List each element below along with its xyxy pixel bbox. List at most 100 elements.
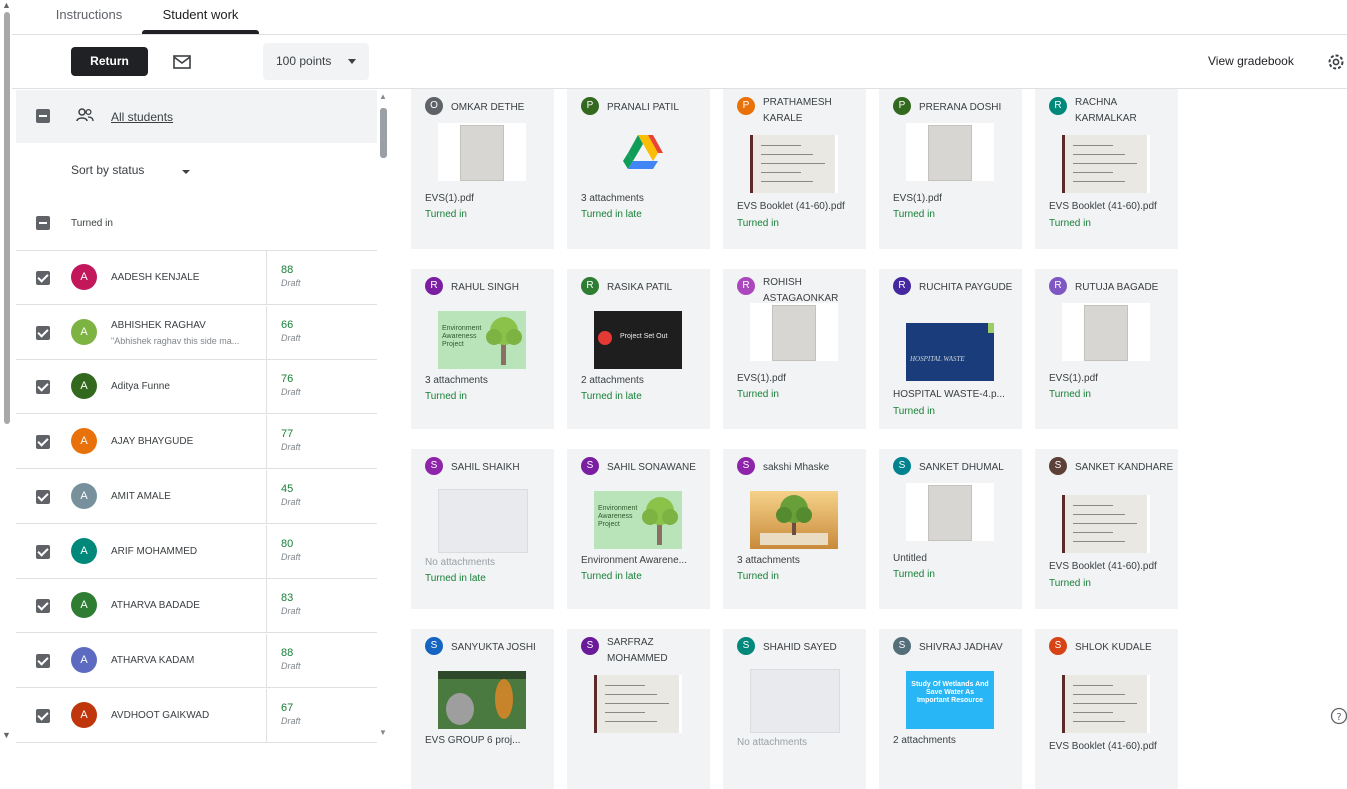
attachment-name[interactable]: EVS Booklet (41-60).pdf <box>1049 201 1173 212</box>
submission-card[interactable]: R RAHUL SINGH Environment Awareness Projec… <box>411 269 554 429</box>
student-checkbox[interactable] <box>36 599 50 614</box>
student-list-scrollbar[interactable]: ▲ ▼ <box>378 90 390 742</box>
student-row[interactable]: A ATHARVA BADADE 83 Draft <box>16 579 377 634</box>
student-name[interactable]: SAHIL SONAWANE <box>607 460 707 476</box>
student-row[interactable]: A ABHISHEK RAGHAV "Abhishek raghav this si… <box>16 305 377 360</box>
grade-input[interactable]: 67 <box>281 702 293 714</box>
attachment-name[interactable]: EVS(1).pdf <box>737 373 861 384</box>
submission-card[interactable]: R RUTUJA BAGADE EVS(1).pdf Turned in <box>1035 269 1178 429</box>
student-name[interactable]: SANKET KANDHARE <box>1075 460 1175 476</box>
student-name[interactable]: SANKET DHUMAL <box>919 460 1019 476</box>
submission-card[interactable]: R RUCHITA PAYGUDE HOSPITAL WASTE HOSPITAL W… <box>879 269 1022 429</box>
student-name[interactable]: ARIF MOHAMMED <box>111 546 197 557</box>
student-name[interactable]: sakshi Mhaske <box>763 460 863 476</box>
student-checkbox[interactable] <box>36 489 50 504</box>
student-checkbox[interactable] <box>36 544 50 559</box>
slides-thumbnail[interactable]: Study Of Wetlands And Save Water As Impo… <box>906 671 994 729</box>
pdf-thumbnail[interactable] <box>906 483 994 541</box>
submission-card[interactable]: R RACHNA KARMALKAR EVS Booklet (41-60).pdf… <box>1035 89 1178 249</box>
attachment-name[interactable]: No attachments <box>737 737 861 748</box>
student-row[interactable]: A ATHARVA KADAM 88 Draft <box>16 633 377 688</box>
student-checkbox[interactable] <box>36 325 50 340</box>
student-name[interactable]: SHIVRAJ JADHAV <box>919 640 1019 656</box>
student-name[interactable]: RASIKA PATIL <box>607 280 707 296</box>
student-row[interactable]: A Aditya Funne 76 Draft <box>16 360 377 415</box>
scroll-up-arrow-icon[interactable]: ▲ <box>2 0 11 10</box>
google-drive-icon[interactable] <box>594 123 682 181</box>
student-name[interactable]: Aditya Funne <box>111 381 170 392</box>
student-name[interactable]: RUTUJA BAGADE <box>1075 280 1175 296</box>
pdf-thumbnail[interactable] <box>1062 303 1150 361</box>
project-thumbnail[interactable]: Environment Awareness Project <box>438 311 526 369</box>
grade-input[interactable]: 83 <box>281 592 293 604</box>
submission-card[interactable]: P PRATHAMESH KARALE EVS Booklet (41-60).pd… <box>723 89 866 249</box>
sort-dropdown-arrow-icon[interactable] <box>182 170 190 174</box>
attachment-name[interactable]: HOSPITAL WASTE-4.p... <box>893 389 1017 400</box>
video-thumbnail[interactable]: Project Set Out <box>594 311 682 369</box>
attachment-name[interactable]: EVS(1).pdf <box>1049 373 1173 384</box>
grade-input[interactable]: 88 <box>281 647 293 659</box>
student-name[interactable]: PRATHAMESH KARALE <box>763 95 863 127</box>
attachment-name[interactable]: EVS Booklet (41-60).pdf <box>1049 741 1173 752</box>
submission-card[interactable]: P PRERANA DOSHI EVS(1).pdf Turned in <box>879 89 1022 249</box>
image-thumbnail[interactable] <box>438 671 526 729</box>
submission-card[interactable]: O OMKAR DETHE EVS(1).pdf Turned in <box>411 89 554 249</box>
grade-input[interactable]: 76 <box>281 373 293 385</box>
turned-in-group-checkbox[interactable] <box>36 216 50 230</box>
student-name[interactable]: PRERANA DOSHI <box>919 100 1019 116</box>
pdf-thumbnail[interactable] <box>750 135 838 193</box>
all-students-header[interactable] <box>16 90 377 143</box>
list-scroll-down-icon[interactable]: ▼ <box>379 728 387 737</box>
help-icon[interactable]: ? <box>1330 707 1347 725</box>
student-name[interactable]: SANYUKTA JOSHI <box>451 640 551 656</box>
student-name[interactable]: RACHNA KARMALKAR <box>1075 95 1175 127</box>
student-checkbox[interactable] <box>36 653 50 668</box>
attachment-name[interactable]: 2 attachments <box>893 735 1017 746</box>
view-gradebook-link[interactable]: View gradebook <box>1208 54 1294 68</box>
student-checkbox[interactable] <box>36 380 50 395</box>
sort-dropdown[interactable]: Sort by status <box>71 163 144 177</box>
select-all-checkbox[interactable] <box>36 109 50 123</box>
attachment-name[interactable]: 3 attachments <box>581 193 705 204</box>
submission-card[interactable]: R RASIKA PATIL Project Set Out 2 attachment… <box>567 269 710 429</box>
student-name[interactable]: RUCHITA PAYGUDE <box>919 280 1019 296</box>
attachment-name[interactable]: Environment Awarene... <box>581 555 705 566</box>
submission-card[interactable]: P PRANALI PATIL 3 attachments Turned in lat… <box>567 89 710 249</box>
student-row[interactable]: A AJAY BHAYGUDE 77 Draft <box>16 415 377 470</box>
grade-input[interactable]: 80 <box>281 538 293 550</box>
student-name[interactable]: AADESH KENJALE <box>111 272 199 283</box>
grade-input[interactable]: 66 <box>281 319 293 331</box>
all-students-link[interactable]: All students <box>111 110 173 124</box>
student-list-scroll-thumb[interactable] <box>380 108 387 158</box>
student-name[interactable]: SHLOK KUDALE <box>1075 640 1175 656</box>
submission-card[interactable]: S SANYUKTA JOSHI EVS GROUP 6 proj... <box>411 629 554 789</box>
page-scrollbar[interactable]: ▲ ▼ <box>0 0 12 742</box>
student-row[interactable]: A AMIT AMALE 45 Draft <box>16 469 377 524</box>
attachment-name[interactable]: 3 attachments <box>425 375 549 386</box>
submission-card[interactable]: S SARFRAZ MOHAMMED <box>567 629 710 789</box>
student-checkbox[interactable] <box>36 435 50 450</box>
student-row[interactable]: A AADESH KENJALE 88 Draft <box>16 251 377 305</box>
student-name[interactable]: ABHISHEK RAGHAV <box>111 320 206 331</box>
scroll-down-arrow-icon[interactable]: ▼ <box>2 730 11 740</box>
page-scrollbar-thumb[interactable] <box>4 12 10 424</box>
student-name[interactable]: ATHARVA BADADE <box>111 600 200 611</box>
student-row[interactable]: A ARIF MOHAMMED 80 Draft <box>16 524 377 579</box>
attachment-name[interactable]: EVS GROUP 6 proj... <box>425 735 549 746</box>
grade-input[interactable]: 88 <box>281 264 293 276</box>
student-name[interactable]: AMIT AMALE <box>111 491 171 502</box>
submission-card[interactable]: S SANKET DHUMAL Untitled Turned in <box>879 449 1022 609</box>
pdf-thumbnail[interactable] <box>1062 135 1150 193</box>
points-dropdown[interactable]: 100 points <box>263 43 369 80</box>
email-icon[interactable] <box>170 51 194 73</box>
pdf-thumbnail[interactable] <box>1062 495 1150 553</box>
student-name[interactable]: SHAHID SAYED <box>763 640 863 656</box>
slides-thumbnail[interactable]: HOSPITAL WASTE <box>906 323 994 381</box>
student-name[interactable]: AJAY BHAYGUDE <box>111 436 193 447</box>
student-name[interactable]: RAHUL SINGH <box>451 280 551 296</box>
student-row[interactable]: A AVDHOOT GAIKWAD 67 Draft <box>16 688 377 743</box>
student-name[interactable]: AVDHOOT GAIKWAD <box>111 710 209 721</box>
attachment-name[interactable]: EVS(1).pdf <box>893 193 1017 204</box>
student-name[interactable]: OMKAR DETHE <box>451 100 551 116</box>
return-button[interactable]: Return <box>71 47 148 76</box>
